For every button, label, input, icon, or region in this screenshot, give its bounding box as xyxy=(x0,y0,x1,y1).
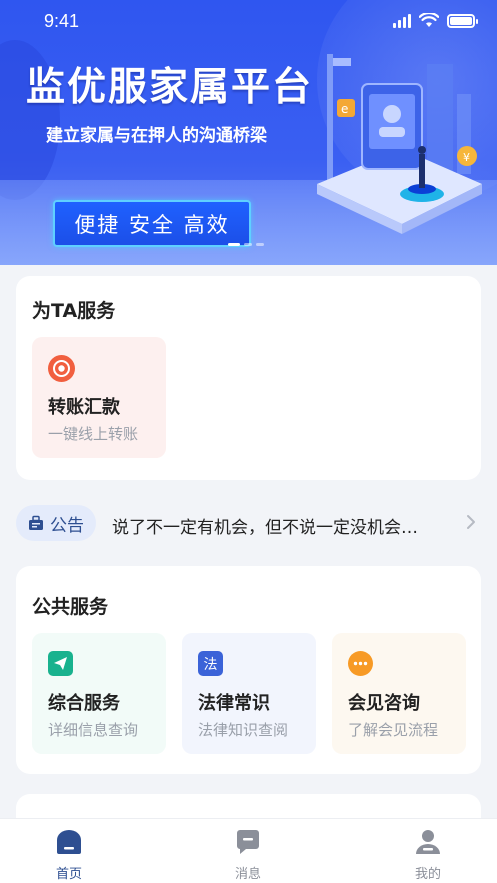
notice-text: 说了不一定有机会，但不说一定没机会… xyxy=(112,518,418,538)
carousel-dot xyxy=(256,243,264,246)
svg-text:¥: ¥ xyxy=(463,151,470,164)
chevron-right-icon[interactable] xyxy=(461,512,481,532)
meeting-consult-desc: 了解会见流程 xyxy=(348,721,439,739)
tab-messages-label: 消息 xyxy=(234,867,261,882)
tab-home-label: 首页 xyxy=(55,867,82,882)
law-knowledge-desc: 法律知识查阅 xyxy=(198,721,289,739)
banner-tags: 便捷 安全 高效 xyxy=(53,200,251,247)
battery-icon xyxy=(447,13,478,28)
tab-me[interactable]: 我的 xyxy=(368,819,488,883)
send-icon xyxy=(48,651,73,676)
tab-home[interactable]: 首页 xyxy=(9,819,129,883)
home-icon xyxy=(57,830,81,854)
ta-service-card: 为TA服务 转账汇款 一键线上转账 xyxy=(16,276,481,480)
signal-icon xyxy=(393,13,411,28)
tab-bar: 首页 消息 我的 xyxy=(0,818,497,883)
meeting-consult-tile[interactable]: 会见咨询 了解会见流程 xyxy=(332,633,466,754)
public-service-title: 公共服务 xyxy=(32,596,109,618)
tab-messages[interactable]: 消息 xyxy=(188,819,308,883)
notice-badge: 公告 xyxy=(16,505,96,541)
meeting-consult-name: 会见咨询 xyxy=(348,693,420,714)
tab-me-label: 我的 xyxy=(414,867,441,882)
ta-service-title: 为TA服务 xyxy=(32,300,116,322)
chat-dots-icon xyxy=(348,651,373,676)
transfer-name: 转账汇款 xyxy=(48,397,120,418)
general-service-tile[interactable]: 综合服务 详细信息查询 xyxy=(32,633,166,754)
banner-title: 监优服家属平台 xyxy=(26,65,314,110)
notice-icon xyxy=(29,515,43,530)
law-knowledge-tile[interactable]: 法 法律常识 法律知识查阅 xyxy=(182,633,316,754)
carousel-dot xyxy=(244,243,252,246)
user-icon xyxy=(416,830,440,854)
public-service-card: 公共服务 综合服务 详细信息查询 法 法律常识 法律知识查阅 会见咨询 了解会见… xyxy=(16,566,481,774)
wifi-icon xyxy=(419,13,439,27)
carousel-indicator xyxy=(228,243,264,246)
notice-badge-label: 公告 xyxy=(50,515,84,536)
target-icon xyxy=(48,355,75,382)
svg-text:e: e xyxy=(341,102,348,116)
law-knowledge-name: 法律常识 xyxy=(198,693,270,714)
message-icon xyxy=(237,830,259,854)
general-service-name: 综合服务 xyxy=(48,693,120,714)
carousel-dot xyxy=(228,243,240,246)
notice-bar[interactable]: 公告 说了不一定有机会，但不说一定没机会… xyxy=(0,500,497,546)
transfer-desc: 一键线上转账 xyxy=(48,425,139,443)
transfer-tile[interactable]: 转账汇款 一键线上转账 xyxy=(32,337,166,458)
platform-illustration: e ¥ xyxy=(317,54,482,234)
status-time: 9:41 xyxy=(44,11,80,31)
banner-subtitle: 建立家属与在押人的沟通桥梁 xyxy=(46,126,267,146)
status-bar: 9:41 xyxy=(0,0,497,44)
status-icons xyxy=(393,13,478,28)
general-service-desc: 详细信息查询 xyxy=(48,721,139,739)
law-icon: 法 xyxy=(198,651,223,676)
hero-banner[interactable]: 9:41 监优服家属平台 建立家属与在押人的沟通桥梁 便捷 安全 高效 e ¥ xyxy=(0,0,497,265)
